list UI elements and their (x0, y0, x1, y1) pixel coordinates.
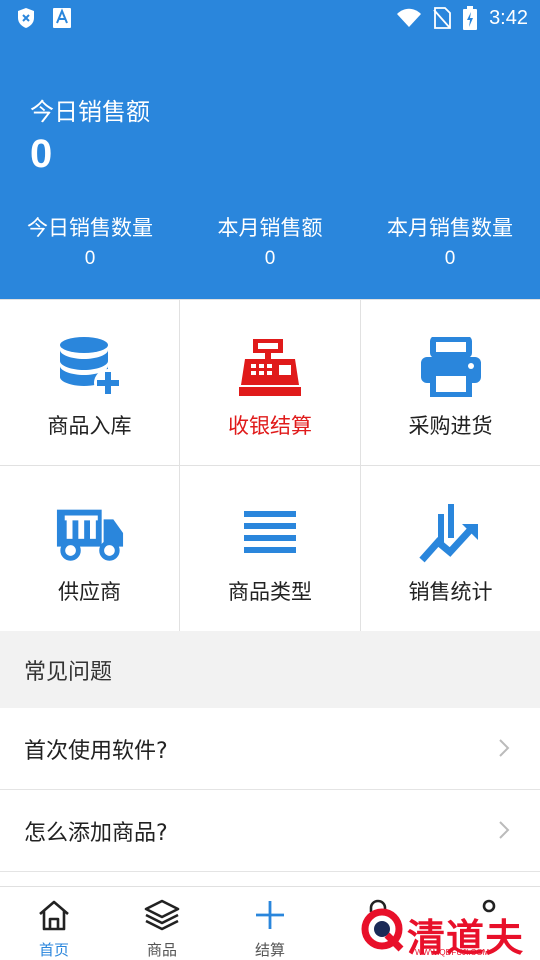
stat-value: 0 (264, 248, 276, 269)
today-sales-title: 今日销售额 (30, 98, 150, 126)
faq-item-label: 首次使用软件? (24, 738, 168, 764)
tab-checkout[interactable]: 结算 (216, 887, 324, 960)
stat-label: 本月销售数量 (387, 216, 513, 240)
grid-item-checkout[interactable]: 收银结算 (180, 300, 361, 466)
cash-register-icon (239, 339, 301, 396)
tab-label: 商品 (146, 941, 177, 959)
trend-chart-icon (418, 504, 478, 563)
list-lines-icon (244, 511, 296, 553)
database-plus-icon (59, 337, 122, 397)
grid-item-stock-in[interactable]: 商品入库 (0, 300, 180, 466)
grid-item-label: 商品入库 (47, 414, 132, 438)
grid-item-label: 采购进货 (408, 414, 493, 438)
today-sales-value: 0 (30, 132, 53, 176)
clock: 3:42 (489, 6, 528, 29)
wifi-icon (397, 8, 422, 27)
grid-item-label: 收银结算 (228, 414, 312, 438)
stat-label: 今日销售数量 (27, 216, 153, 240)
battery-charging-icon (463, 6, 478, 30)
font-a-icon (53, 8, 71, 28)
stat-month-sales: 本月销售额 0 (180, 212, 360, 270)
plus-icon (256, 901, 284, 929)
watermark-subtext: WWW.QDFUJI.COM (415, 948, 490, 957)
faq-item[interactable]: 首次使用软件? (0, 708, 540, 790)
tab-home[interactable]: 首页 (0, 887, 108, 960)
stats-row: 今日销售数量 0 本月销售额 0 本月销售数量 0 (0, 212, 540, 270)
grid-item-label: 商品类型 (228, 580, 312, 604)
stat-label: 本月销售额 (217, 216, 323, 240)
grid-item-supplier[interactable]: 供应商 (0, 466, 180, 632)
grid-item-sales-stats[interactable]: 销售统计 (361, 466, 540, 632)
bottom-tab-bar: 首页 商品 结算 清道夫 WWW.QDFUJI.COM (0, 886, 540, 960)
chevron-right-icon (499, 821, 510, 839)
stat-value: 0 (84, 248, 96, 269)
grid-item-category[interactable]: 商品类型 (180, 466, 361, 632)
function-grid: 商品入库 收银结算 采购进货 供应商 商品类型 销售统计 (0, 299, 540, 632)
shield-x-icon (18, 8, 34, 28)
grid-item-label: 销售统计 (408, 580, 493, 604)
watermark-q-icon (361, 908, 404, 952)
faq-item-label: 怎么添加商品? (24, 820, 168, 846)
faq-section-title: 常见问题 (0, 631, 540, 708)
layers-icon (144, 899, 180, 931)
faq-item[interactable]: 怎么添加商品? (0, 790, 540, 872)
stat-value: 0 (444, 248, 456, 269)
home-icon (39, 900, 69, 931)
stat-today-qty: 今日销售数量 0 (0, 212, 180, 270)
grid-item-purchase[interactable]: 采购进货 (361, 300, 540, 466)
header: 3:42 今日销售额 0 今日销售数量 0 本月销售额 0 本月销售数量 0 (0, 0, 540, 299)
chevron-right-icon (499, 739, 510, 757)
status-bar: 3:42 (0, 0, 540, 36)
truck-icon (56, 509, 123, 561)
tab-label: 首页 (38, 941, 69, 959)
stat-month-qty: 本月销售数量 0 (360, 212, 540, 270)
grid-item-label: 供应商 (58, 580, 121, 604)
tab-goods[interactable]: 商品 (108, 887, 216, 960)
watermark-logo: 清道夫 WWW.QDFUJI.COM (355, 903, 540, 960)
printer-icon (420, 337, 481, 397)
no-sim-icon (433, 7, 451, 29)
tab-label: 结算 (254, 941, 285, 959)
